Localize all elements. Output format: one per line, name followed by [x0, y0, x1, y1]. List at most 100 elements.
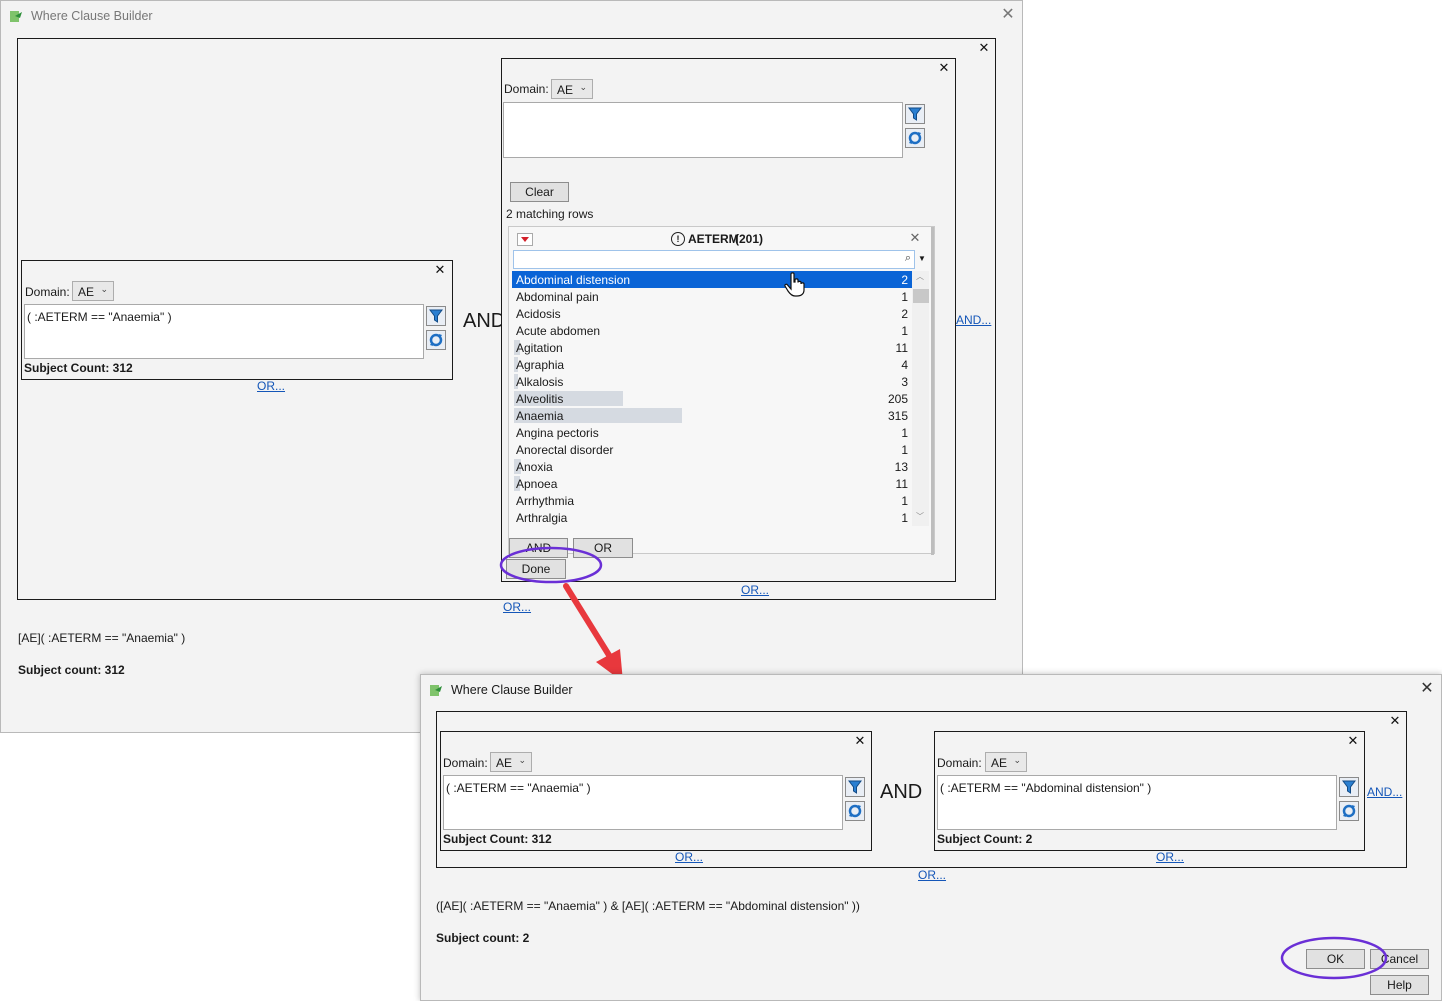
list-item-count: 1 — [901, 443, 908, 457]
refresh-icon[interactable] — [426, 330, 446, 350]
chevron-down-icon: ⌄ — [518, 755, 526, 765]
close-icon[interactable]: ✕ — [938, 61, 950, 74]
list-item[interactable]: Acute abdomen 1 — [512, 322, 912, 339]
domain-select[interactable]: AE ⌄ — [72, 281, 114, 301]
list-item-label: Anoxia — [516, 460, 553, 474]
and-link[interactable]: AND... — [1367, 785, 1402, 799]
list-item-count: 13 — [894, 460, 908, 474]
app-icon — [430, 685, 442, 696]
close-icon[interactable]: ✕ — [1419, 681, 1435, 697]
list-item[interactable]: Arrhythmia 1 — [512, 492, 912, 509]
expression-field[interactable]: ( :AETERM == "Anaemia" ) — [24, 304, 424, 359]
list-item-count: 1 — [901, 290, 908, 304]
list-item[interactable]: Acidosis 2 — [512, 305, 912, 322]
list-item-label: Agitation — [516, 341, 563, 355]
list-item[interactable]: Apnoea 11 — [512, 475, 912, 492]
or-link[interactable]: OR... — [741, 583, 769, 597]
info-icon: ! — [671, 232, 685, 246]
aeterm-list-panel: ! AETERM (201) ✕ ⌕ ▼ Abdominal distensio… — [508, 226, 935, 555]
list-item-label: Alveolitis — [516, 392, 564, 406]
red-triangle-menu-icon[interactable] — [517, 233, 533, 246]
builder-panel: ✕ ✕ Domain: AE ⌄ ( :AETERM == "Anaemia" … — [17, 38, 996, 600]
refresh-icon[interactable] — [1339, 801, 1359, 821]
domain-label: Domain: — [25, 285, 70, 299]
list-item-count: 1 — [901, 324, 908, 338]
and-link[interactable]: AND... — [956, 313, 991, 327]
list-item-count: 3 — [901, 375, 908, 389]
close-icon[interactable]: ✕ — [854, 734, 866, 747]
list-item[interactable]: Abdominal distension 2 — [512, 271, 912, 288]
filter-box-left: ✕ Domain: AE ⌄ ( :AETERM == "Anaemia" ) … — [440, 731, 872, 851]
list-item[interactable]: Arthralgia 1 — [512, 509, 912, 526]
close-icon[interactable]: ✕ — [1347, 734, 1359, 747]
close-icon[interactable]: ✕ — [434, 263, 446, 276]
list-header-count: (201) — [735, 232, 764, 246]
filter-box-right: ✕ Domain: AE ⌄ Clear 2 matching rows ! A… — [501, 58, 956, 582]
matching-rows: 2 matching rows — [506, 207, 594, 221]
list-item-label: Anaemia — [516, 409, 564, 423]
aeterm-list: Abdominal distension 2 Abdominal pain 1 Acid… — [512, 271, 912, 526]
domain-select[interactable]: AE ⌄ — [985, 752, 1027, 772]
domain-select[interactable]: AE ⌄ — [551, 79, 593, 99]
filter-icon[interactable] — [1339, 777, 1359, 797]
expression-field[interactable]: ( :AETERM == "Abdominal distension" ) — [937, 775, 1337, 830]
expression-field[interactable]: ( :AETERM == "Anaemia" ) — [443, 775, 843, 830]
refresh-icon[interactable] — [845, 801, 865, 821]
list-item[interactable]: Alkalosis 3 — [512, 373, 912, 390]
panel-scrollbar[interactable] — [931, 227, 934, 555]
list-item[interactable]: Agraphia 4 — [512, 356, 912, 373]
or-link[interactable]: OR... — [257, 379, 285, 393]
chevron-down-icon: ⌄ — [1013, 755, 1021, 765]
scroll-thumb[interactable] — [913, 289, 929, 303]
refresh-icon[interactable] — [905, 128, 925, 148]
list-item-count: 2 — [901, 307, 908, 321]
filter-icon[interactable] — [905, 104, 925, 124]
list-item-count: 4 — [901, 358, 908, 372]
list-header: AETERM — [688, 232, 739, 246]
outer-or-link[interactable]: OR... — [918, 868, 946, 882]
subject-count: Subject Count: 2 — [937, 832, 1033, 846]
list-search-input[interactable]: ⌕ — [513, 250, 915, 269]
where-clause-text: ([AE]( :AETERM == "Anaemia" ) & [AE]( :A… — [436, 899, 860, 913]
builder-panel: ✕ ✕ Domain: AE ⌄ ( :AETERM == "Anaemia" … — [436, 711, 1407, 868]
list-item[interactable]: Alveolitis 205 — [512, 390, 912, 407]
list-item[interactable]: Angina pectoris 1 — [512, 424, 912, 441]
list-item[interactable]: Abdominal pain 1 — [512, 288, 912, 305]
list-options-dropdown[interactable]: ▼ — [915, 250, 929, 269]
close-icon[interactable]: ✕ — [978, 41, 990, 54]
scroll-up-icon: ︿ — [916, 272, 924, 281]
clear-button[interactable]: Clear — [510, 182, 569, 202]
close-icon[interactable]: ✕ — [1389, 714, 1401, 727]
list-item[interactable]: Agitation 11 — [512, 339, 912, 356]
list-item-count: 1 — [901, 426, 908, 440]
list-item[interactable]: Anaemia 315 — [512, 407, 912, 424]
subject-count-total: Subject count: 312 — [18, 663, 125, 677]
outer-or-link[interactable]: OR... — [503, 600, 531, 614]
filter-icon[interactable] — [426, 306, 446, 326]
domain-label: Domain: — [504, 82, 549, 96]
subject-count: Subject Count: 312 — [443, 832, 552, 846]
list-item-count: 1 — [901, 511, 908, 525]
domain-select[interactable]: AE ⌄ — [490, 752, 532, 772]
list-item-label: Arrhythmia — [516, 494, 575, 508]
expression-field[interactable] — [503, 102, 903, 158]
chevron-down-icon: ▼ — [918, 254, 926, 263]
close-icon[interactable]: ✕ — [909, 231, 921, 244]
list-item-label: Angina pectoris — [516, 426, 599, 440]
scroll-down-icon: ﹀ — [916, 512, 924, 521]
or-link[interactable]: OR... — [675, 850, 703, 864]
list-item-label: Anorectal disorder — [516, 443, 614, 457]
list-item[interactable]: Anoxia 13 — [512, 458, 912, 475]
list-item-label: Acidosis — [516, 307, 561, 321]
domain-label: Domain: — [937, 756, 982, 770]
list-item[interactable]: Anorectal disorder 1 — [512, 441, 912, 458]
where-clause-builder-window-1: Where Clause Builder ✕ ✕ ✕ Domain: AE ⌄ … — [0, 0, 1023, 733]
list-scrollbar[interactable]: ︿ ﹀ — [912, 271, 929, 526]
or-link[interactable]: OR... — [1156, 850, 1184, 864]
filter-icon[interactable] — [845, 777, 865, 797]
title-bar: Where Clause Builder ✕ — [421, 675, 1441, 705]
search-icon: ⌕ — [904, 252, 911, 264]
list-item-label: Abdominal distension — [516, 273, 631, 287]
domain-value: AE — [557, 83, 574, 97]
close-icon[interactable]: ✕ — [1000, 7, 1016, 23]
